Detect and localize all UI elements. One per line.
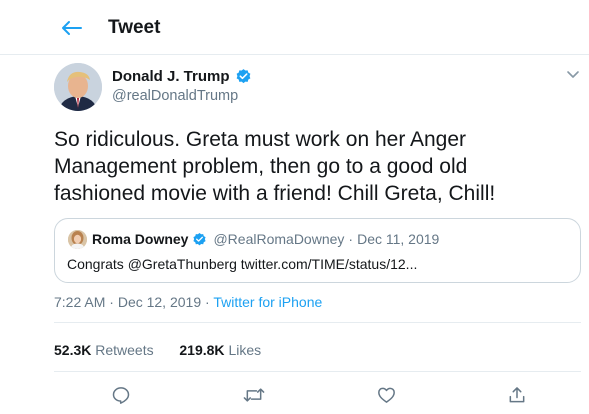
like-button[interactable]	[375, 384, 397, 406]
share-button[interactable]	[506, 384, 528, 406]
quoted-author-handle: @RealRomaDowney	[213, 231, 345, 247]
quoted-author-name: Roma Downey	[92, 231, 189, 247]
divider	[54, 322, 581, 323]
tweet-date[interactable]: Dec 12, 2019	[118, 294, 201, 310]
likes-count: 219.8K	[179, 342, 225, 358]
likes-stat[interactable]: 219.8K Likes	[179, 342, 261, 358]
author-handle[interactable]: @realDonaldTrump	[112, 88, 238, 104]
heart-icon	[377, 387, 395, 403]
author-name-row: Donald J. Trump	[112, 68, 252, 85]
tweet-source-link[interactable]: Twitter for iPhone	[213, 294, 322, 310]
quoted-tweet-date: Dec 11, 2019	[357, 231, 440, 247]
tweet-text-line: fashioned movie with a friend! Chill Gre…	[54, 182, 496, 205]
retweet-icon	[243, 388, 265, 402]
separator-dot: ·	[109, 294, 114, 310]
engagement-stats: 52.3K Retweets 219.8K Likes	[54, 342, 261, 358]
separator-dot: ·	[205, 294, 210, 310]
quoted-tweet-text: Congrats @GretaThunberg twitter.com/TIME…	[67, 256, 418, 272]
separator-dot: ·	[348, 231, 354, 247]
retweet-button[interactable]	[243, 384, 265, 406]
tweet-text-line: Management problem, then go to a good ol…	[54, 155, 468, 178]
divider	[54, 371, 581, 372]
quoted-tweet-card[interactable]: Roma Downey @RealRomaDowney · Dec 11, 20…	[54, 218, 581, 283]
page-title: Tweet	[108, 17, 161, 38]
chevron-down-icon[interactable]	[566, 70, 580, 80]
likes-label: Likes	[228, 342, 262, 358]
quoted-tweet-header: Roma Downey @RealRomaDowney · Dec 11, 20…	[92, 231, 439, 247]
header-bar: Tweet	[0, 0, 589, 55]
reply-button[interactable]	[110, 384, 132, 406]
reply-icon	[112, 387, 130, 404]
verified-badge-icon	[193, 232, 207, 245]
author-display-name[interactable]: Donald J. Trump	[112, 68, 230, 85]
retweets-label: Retweets	[95, 342, 154, 358]
back-arrow-icon[interactable]	[60, 20, 82, 36]
tweet-text: So ridiculous. Greta must work on her An…	[54, 126, 554, 207]
verified-badge-icon	[236, 69, 250, 84]
share-icon	[509, 387, 525, 403]
tweet-time[interactable]: 7:22 AM	[54, 294, 105, 310]
tweet-timestamp-line: 7:22 AM · Dec 12, 2019 · Twitter for iPh…	[54, 294, 322, 310]
retweets-count: 52.3K	[54, 342, 92, 358]
quoted-author-avatar	[68, 230, 87, 249]
author-avatar[interactable]	[54, 63, 102, 111]
retweets-stat[interactable]: 52.3K Retweets	[54, 342, 158, 358]
tweet-text-line: So ridiculous. Greta must work on her An…	[54, 128, 467, 151]
